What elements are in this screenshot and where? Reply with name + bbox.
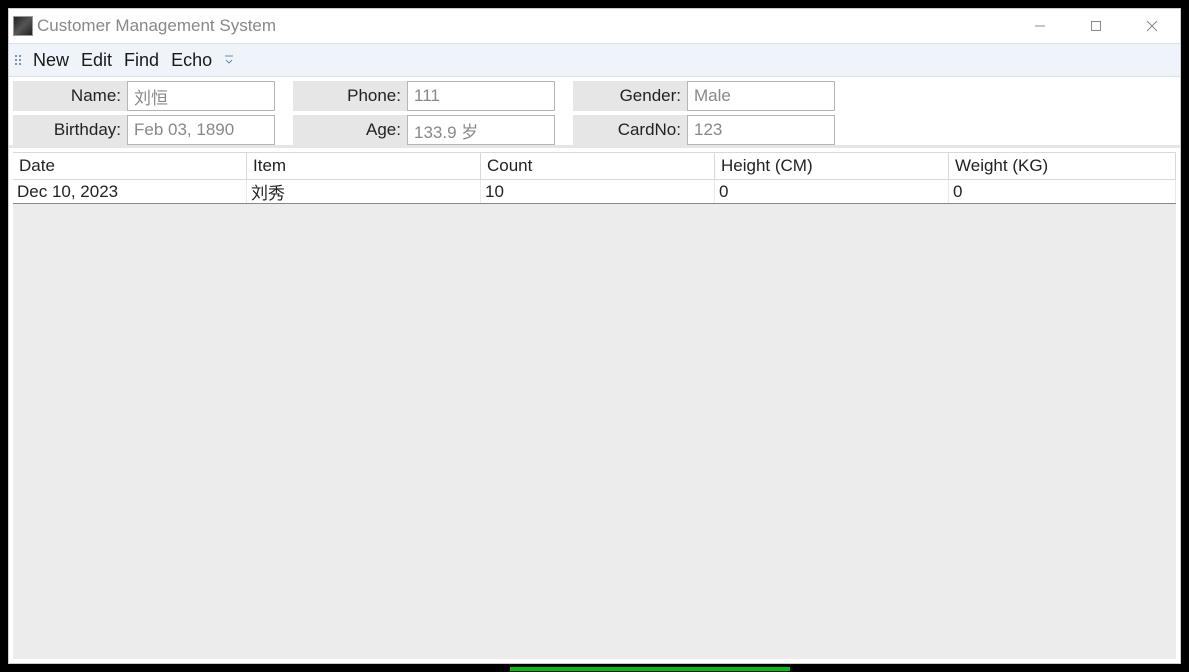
gender-label: Gender: (573, 81, 687, 111)
toolbar-overflow-icon[interactable] (222, 53, 236, 67)
cell-weight: 0 (949, 180, 1176, 203)
field-gender: Gender: (573, 81, 841, 111)
birthday-input[interactable] (127, 115, 275, 145)
menu-new[interactable]: New (27, 50, 75, 71)
maximize-icon (1090, 20, 1102, 32)
chevron-down-icon (225, 55, 233, 65)
field-phone: Phone: (293, 81, 561, 111)
menu-edit[interactable]: Edit (75, 50, 118, 71)
age-label: Age: (293, 115, 407, 145)
column-header-count[interactable]: Count (481, 153, 715, 180)
app-icon (13, 16, 33, 36)
name-input[interactable] (127, 81, 275, 111)
menu-find[interactable]: Find (118, 50, 165, 71)
age-input[interactable] (407, 115, 555, 145)
cardno-input[interactable] (687, 115, 835, 145)
field-age: Age: (293, 115, 561, 145)
column-header-date[interactable]: Date (13, 153, 247, 180)
window-title: Customer Management System (37, 16, 1012, 36)
cardno-label: CardNo: (573, 115, 687, 145)
gender-input[interactable] (687, 81, 835, 111)
close-button[interactable] (1124, 9, 1180, 43)
cell-height: 0 (715, 180, 949, 203)
name-label: Name: (13, 81, 127, 111)
cell-count: 10 (481, 180, 715, 203)
form-row-1: Name: Phone: Gender: (13, 81, 1176, 111)
field-name: Name: (13, 81, 281, 111)
titlebar[interactable]: Customer Management System (9, 9, 1180, 43)
form-area: Name: Phone: Gender: Birthday: Age: (9, 77, 1180, 148)
phone-input[interactable] (407, 81, 555, 111)
maximize-button[interactable] (1068, 9, 1124, 43)
progress-segment (510, 667, 790, 671)
table-row[interactable]: Dec 10, 2023 刘秀 10 0 0 (13, 180, 1176, 204)
table-area: Date Item Count Height (CM) Weight (KG) … (13, 152, 1176, 659)
form-row-2: Birthday: Age: CardNo: (13, 115, 1176, 145)
column-header-height[interactable]: Height (CM) (715, 153, 949, 180)
menu-echo[interactable]: Echo (165, 50, 218, 71)
field-cardno: CardNo: (573, 115, 841, 145)
birthday-label: Birthday: (13, 115, 127, 145)
column-header-weight[interactable]: Weight (KG) (949, 153, 1176, 180)
menubar: New Edit Find Echo (9, 43, 1180, 77)
taskbar-strip (0, 666, 1189, 672)
table-body[interactable]: Dec 10, 2023 刘秀 10 0 0 (13, 180, 1176, 659)
close-icon (1146, 20, 1158, 32)
column-header-item[interactable]: Item (247, 153, 481, 180)
minimize-button[interactable] (1012, 9, 1068, 43)
field-birthday: Birthday: (13, 115, 281, 145)
window-controls (1012, 9, 1180, 43)
main-window: Customer Management System New Edit Find… (8, 8, 1181, 664)
toolbar-grip[interactable] (15, 51, 23, 69)
phone-label: Phone: (293, 81, 407, 111)
table-header: Date Item Count Height (CM) Weight (KG) (13, 152, 1176, 180)
cell-item: 刘秀 (247, 180, 481, 203)
minimize-icon (1034, 20, 1046, 32)
cell-date: Dec 10, 2023 (13, 180, 247, 203)
